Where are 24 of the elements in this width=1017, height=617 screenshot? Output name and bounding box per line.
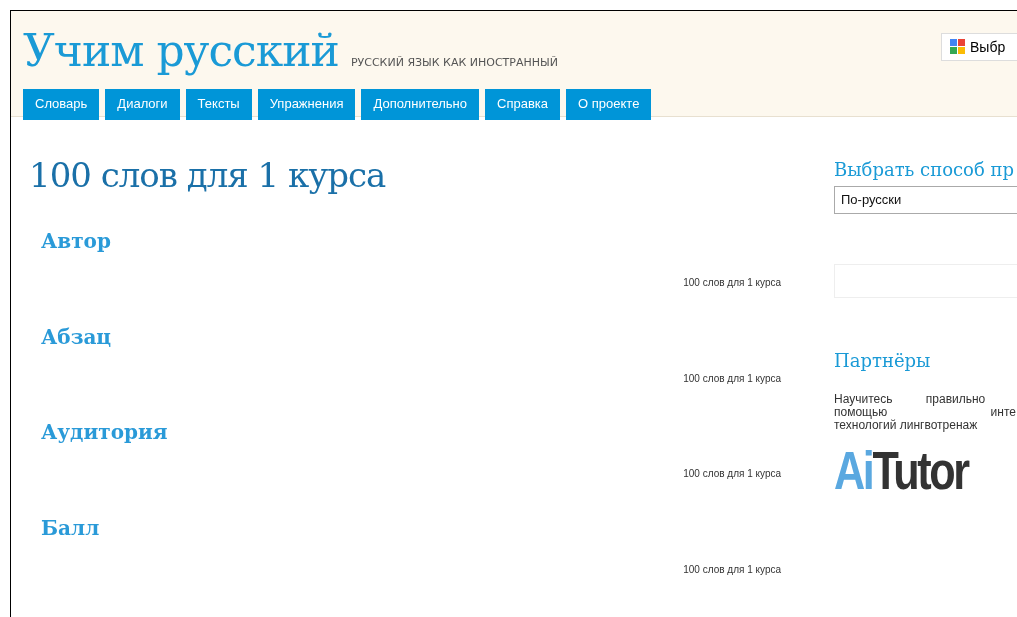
tagline: РУССКИЙ ЯЗЫК КАК ИНОСТРАННЫЙ	[350, 56, 558, 69]
mode-select[interactable]: По-русски	[834, 186, 1017, 214]
translate-button[interactable]: Выбр	[941, 33, 1017, 61]
nav-tab[interactable]: Словарь	[23, 89, 100, 120]
nav-tab[interactable]: Дополнительно	[361, 89, 480, 120]
sidebar-heading: Партнёры	[834, 350, 932, 371]
entry-link[interactable]: Абзац	[41, 324, 112, 349]
entry-link[interactable]: Аудитория	[41, 420, 168, 444]
category-link[interactable]: 100 слов для 1 курса	[683, 468, 781, 479]
nav-tab[interactable]: О проекте	[566, 89, 652, 120]
entry-link[interactable]: Автор	[41, 229, 111, 253]
entry-link[interactable]: Балл	[41, 515, 100, 540]
sidebar-heading: Выбрать способ пр	[834, 159, 1016, 180]
category-link[interactable]: 100 слов для 1 курса	[683, 372, 781, 384]
category-link[interactable]: 100 слов для 1 курса	[683, 277, 781, 288]
category-link[interactable]: 100 слов для 1 курса	[683, 563, 781, 575]
nav-tab[interactable]: Справка	[485, 89, 561, 120]
page-title: 100 слов для 1 курса	[29, 155, 387, 195]
partner-description: Научитесь правильно помощью инте технологий лингвотренаж	[834, 393, 1017, 433]
nav-tab[interactable]: Диалоги	[105, 89, 180, 120]
aitutor-logo[interactable]: AiTutor	[834, 442, 968, 497]
google-translate-icon	[950, 39, 966, 55]
nav-tab[interactable]: Тексты	[185, 89, 252, 120]
nav-tab[interactable]: Упражнения	[257, 89, 356, 120]
